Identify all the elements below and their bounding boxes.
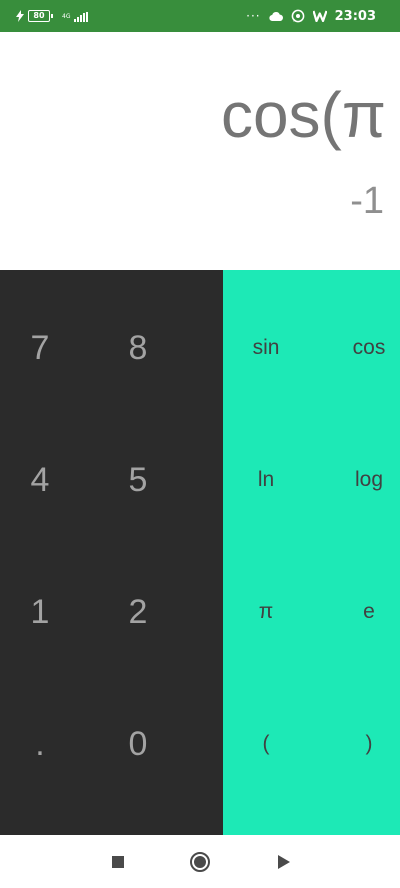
- key-2[interactable]: 2: [93, 572, 183, 652]
- network-type: 4G: [62, 12, 71, 20]
- advanced-pad: sin cos ln log π e ( ): [223, 270, 400, 835]
- charging-icon: [16, 10, 24, 22]
- key-ln[interactable]: ln: [226, 440, 306, 520]
- recents-square-icon: [112, 856, 124, 868]
- result-preview: -1: [350, 180, 384, 222]
- key-1[interactable]: 1: [0, 572, 85, 652]
- expression-field[interactable]: cos(π: [221, 78, 386, 152]
- key-open-paren[interactable]: (: [226, 704, 306, 784]
- signal-icon: [74, 12, 89, 22]
- home-button[interactable]: [187, 849, 213, 875]
- back-triangle-icon: [278, 855, 290, 869]
- home-circle-icon: [190, 852, 210, 872]
- key-e[interactable]: e: [329, 572, 400, 652]
- key-0[interactable]: 0: [93, 704, 183, 784]
- key-sin[interactable]: sin: [226, 308, 306, 388]
- status-bar: 80 4G ··· 23:03: [0, 0, 400, 32]
- key-pi[interactable]: π: [226, 572, 306, 652]
- recents-button[interactable]: [105, 849, 131, 875]
- key-4[interactable]: 4: [0, 440, 85, 520]
- w-app-icon: [312, 10, 327, 22]
- battery-level: 80: [33, 11, 45, 20]
- navigation-bar: [0, 835, 400, 888]
- cloud-icon: [269, 12, 283, 21]
- key-cos[interactable]: cos: [329, 308, 400, 388]
- key-log[interactable]: log: [329, 440, 400, 520]
- clock: 23:03: [334, 8, 376, 24]
- whatsapp-icon: [291, 9, 304, 23]
- key-8[interactable]: 8: [93, 308, 183, 388]
- battery-icon: 80: [28, 10, 53, 22]
- status-left: 80 4G: [16, 8, 89, 24]
- calculator-display: cos(π -1: [0, 32, 400, 270]
- key-5[interactable]: 5: [93, 440, 183, 520]
- status-right: ··· 23:03: [246, 8, 376, 24]
- key-close-paren[interactable]: ): [329, 704, 400, 784]
- more-notifications: ···: [246, 9, 261, 23]
- key-7[interactable]: 7: [0, 308, 85, 388]
- back-button[interactable]: [271, 849, 297, 875]
- number-pad: 7 8 4 5 1 2 . 0: [0, 270, 223, 835]
- key-decimal[interactable]: .: [0, 704, 85, 784]
